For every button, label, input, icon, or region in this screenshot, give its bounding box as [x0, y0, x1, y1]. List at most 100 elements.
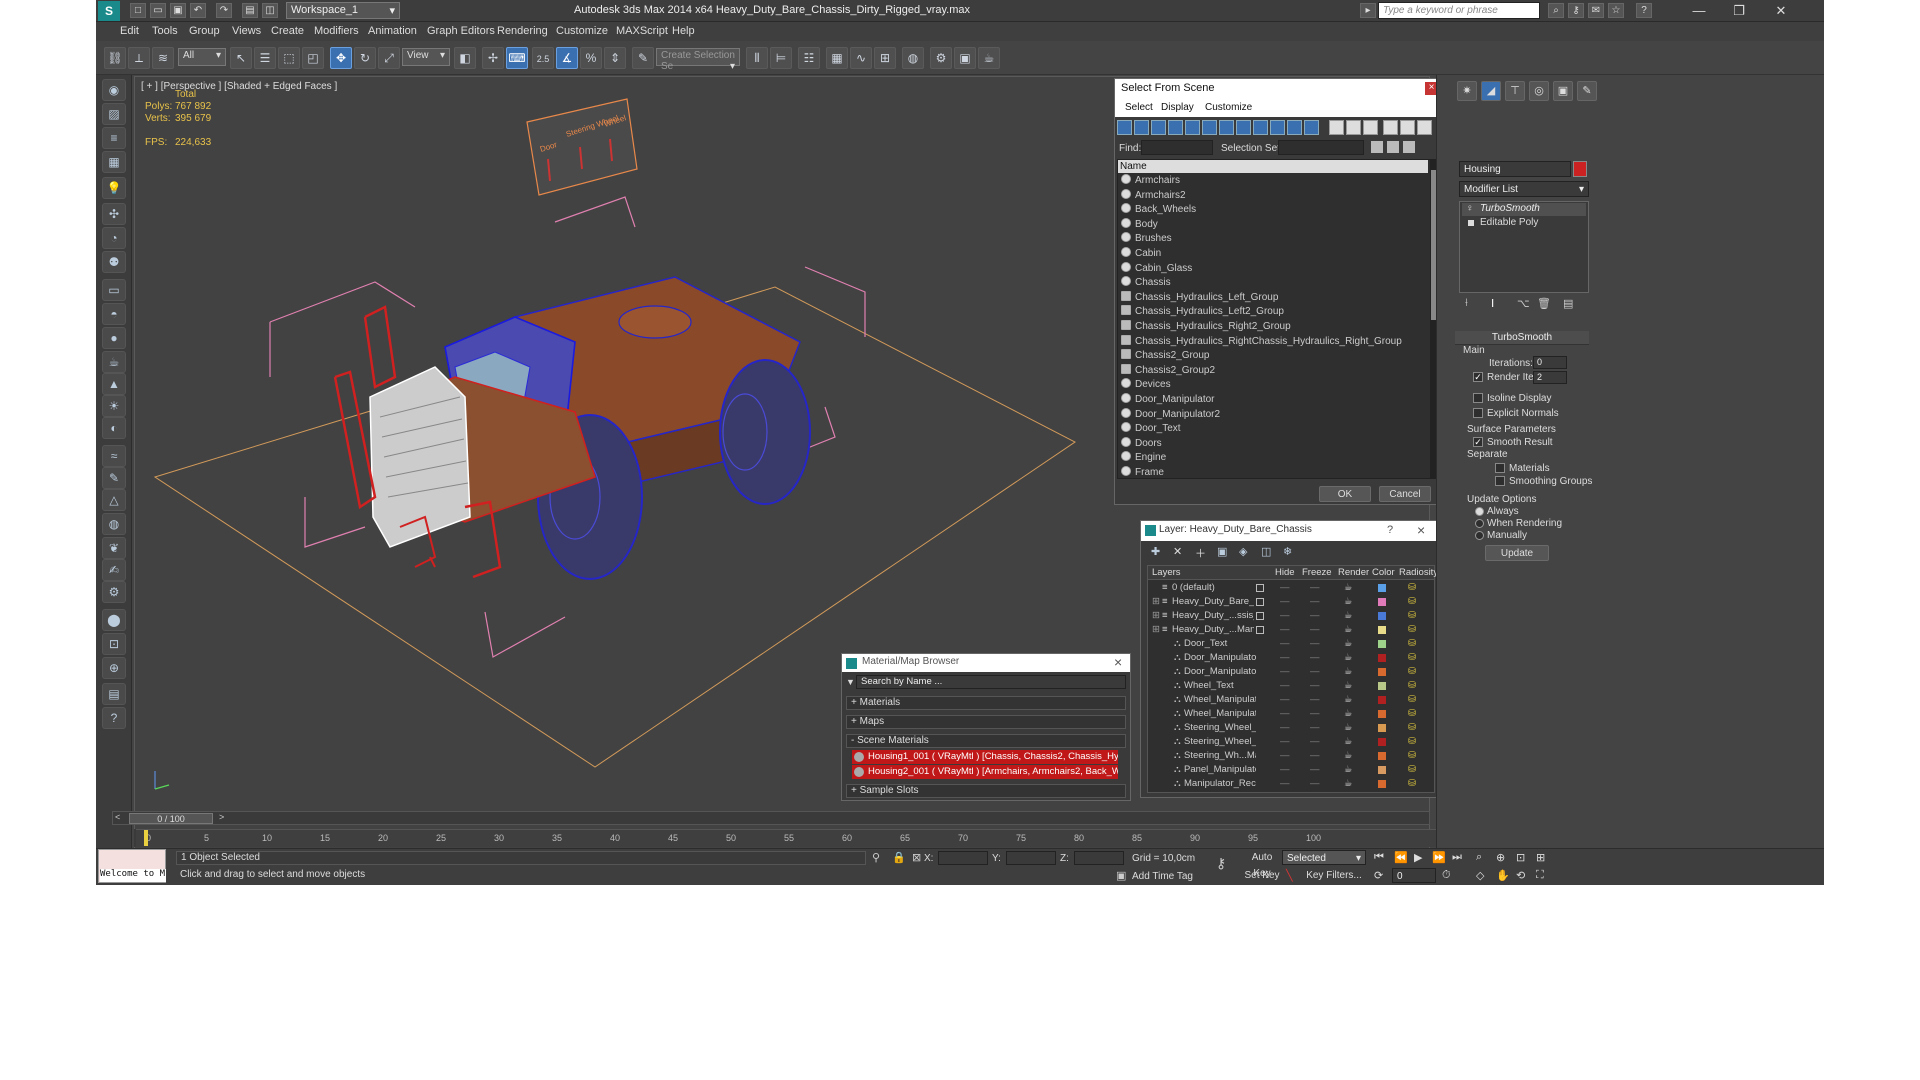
maxscript-text[interactable]: Welcome to M: [100, 869, 166, 882]
teapot-icon[interactable]: ☕: [102, 351, 126, 373]
layer-color-swatch[interactable]: [1378, 612, 1386, 620]
radiosity-icon[interactable]: ⛁: [1408, 679, 1416, 693]
layer-hide-toggle[interactable]: —: [1280, 763, 1290, 777]
list-icon[interactable]: ≡: [102, 127, 126, 149]
layer-freeze-toggle[interactable]: —: [1310, 623, 1320, 637]
filter-bones-icon[interactable]: [1253, 120, 1268, 135]
select-invert-icon[interactable]: [1363, 120, 1378, 135]
bind-space-warp-icon[interactable]: ≋: [152, 47, 174, 69]
menu-graph-editors[interactable]: Graph Editors: [427, 25, 495, 37]
layer-freeze-toggle[interactable]: —: [1310, 651, 1320, 665]
show-end-result-icon[interactable]: Ⅰ: [1491, 297, 1494, 310]
create-tab-icon[interactable]: ✷: [1457, 81, 1477, 101]
sfs-item[interactable]: Armchairs: [1120, 174, 1428, 189]
project-folder-icon[interactable]: ▤: [242, 3, 258, 18]
select-and-rotate-icon[interactable]: ↻: [354, 47, 376, 69]
iterations-spinner[interactable]: 0: [1533, 356, 1567, 369]
sfs-item[interactable]: Chassis_Hydraulics_Left2_Group: [1120, 305, 1428, 320]
time-slider[interactable]: < 0 / 100 >: [112, 811, 1430, 825]
layer-color-swatch[interactable]: [1378, 682, 1386, 690]
render-iters-checkbox[interactable]: ✓: [1473, 372, 1483, 382]
grid-icon[interactable]: ▦: [102, 151, 126, 173]
spacewarp-icon[interactable]: ◔: [102, 227, 126, 249]
rectangular-selection-icon[interactable]: ⬚: [278, 47, 300, 69]
layer-row[interactable]: ⛬Door_Manipulator2 — — ☕ ⛁: [1152, 665, 1434, 679]
filter-xrefs-icon[interactable]: [1236, 120, 1251, 135]
sfs-item[interactable]: Chassis_Hydraulics_Left_Group: [1120, 290, 1428, 306]
matbr-section-scene-materials[interactable]: - Scene Materials: [846, 734, 1126, 748]
keyboard-shortcut-override-icon[interactable]: ⌨: [506, 47, 528, 69]
hide-all-layers-icon[interactable]: ◫: [1261, 545, 1271, 558]
layer-expand-icon[interactable]: ⊞: [1152, 623, 1160, 637]
binoculars-icon[interactable]: ⌕: [1548, 3, 1564, 18]
light-bulb-icon[interactable]: 💡: [102, 177, 126, 199]
maximize-viewport-icon[interactable]: ⛶: [1536, 869, 1544, 882]
layer-expand-icon[interactable]: ⊞: [1152, 595, 1160, 609]
info-icon[interactable]: ?: [102, 707, 126, 729]
select-all-icon[interactable]: [1329, 120, 1344, 135]
matbr-close-icon[interactable]: ×: [1114, 654, 1122, 670]
layer-row[interactable]: ⛬Wheel_Manipulator — — ☕ ⛁: [1152, 707, 1434, 721]
helper-icon[interactable]: ✣: [102, 203, 126, 225]
when-rendering-radio[interactable]: [1475, 519, 1484, 528]
layer-color-swatch[interactable]: [1378, 640, 1386, 648]
sfs-menu-select[interactable]: Select: [1125, 102, 1153, 113]
paint-icon[interactable]: ✎: [102, 467, 126, 489]
create-layer-icon[interactable]: ✚: [1151, 545, 1160, 558]
col-hide[interactable]: Hide: [1275, 567, 1295, 578]
layer-row[interactable]: ⊞ ≡ Heavy_Duty_...Manip — — ☕ ⛁: [1152, 623, 1434, 637]
layer-hide-toggle[interactable]: —: [1280, 707, 1290, 721]
zoom-all-icon[interactable]: ⊕: [1496, 851, 1505, 864]
key-mode-icon[interactable]: ╲: [1286, 869, 1293, 882]
render-iters-spinner[interactable]: 2: [1533, 371, 1567, 384]
help-icon[interactable]: ?: [1636, 3, 1652, 18]
track-bar[interactable]: 0 5 10 15 20 25 30 35 40 45 50 55 60 65 70 75 80 85 90 95 10…: [136, 829, 1436, 847]
layer-hide-toggle[interactable]: —: [1280, 665, 1290, 679]
ref-coord-dropdown[interactable]: View ▾: [402, 48, 450, 66]
layer-color-swatch[interactable]: [1378, 752, 1386, 760]
unlink-icon[interactable]: ⟂: [128, 47, 150, 69]
col-radiosity[interactable]: Radiosity: [1399, 567, 1438, 578]
layer-current-checkbox[interactable]: [1256, 598, 1264, 606]
layer-row[interactable]: ⛬ Manipulator_Recta — — ☕ ⛁: [1152, 777, 1434, 791]
filter-frozen-icon[interactable]: [1287, 120, 1302, 135]
col-color[interactable]: Color: [1372, 567, 1395, 578]
sfs-set-icon-1[interactable]: [1371, 141, 1383, 153]
radiosity-icon[interactable]: ⛁: [1408, 623, 1416, 637]
render-setup-icon[interactable]: ⚙: [930, 47, 952, 69]
time-tag-icon[interactable]: ▣: [1116, 869, 1126, 882]
render-production-icon[interactable]: ☕: [978, 47, 1000, 69]
layer-color-swatch[interactable]: [1378, 668, 1386, 676]
field-of-view-icon[interactable]: ◇: [1476, 869, 1484, 882]
select-none-icon[interactable]: [1346, 120, 1361, 135]
sfs-item[interactable]: Door_Text: [1120, 422, 1428, 437]
render-teapot-icon[interactable]: ☕: [1344, 777, 1353, 791]
render-teapot-icon[interactable]: ☕: [1344, 637, 1353, 651]
favorites-star-icon[interactable]: ☆: [1608, 3, 1624, 18]
highlight-layer-icon[interactable]: ◈: [1239, 545, 1247, 558]
open-file-icon[interactable]: ▭: [150, 3, 166, 18]
time-prev-icon[interactable]: <: [115, 812, 120, 822]
radiosity-icon[interactable]: ⛁: [1408, 609, 1416, 623]
layer-freeze-toggle[interactable]: —: [1310, 581, 1320, 595]
named-selection-set-dropdown[interactable]: Create Selection Se ▾: [656, 48, 740, 72]
app-logo-icon[interactable]: S: [98, 1, 120, 21]
help-search-input[interactable]: Type a keyword or phrase: [1378, 2, 1540, 19]
globe-icon[interactable]: ◍: [102, 513, 126, 535]
add-time-tag[interactable]: Add Time Tag: [1132, 871, 1193, 882]
hemisphere-icon[interactable]: ◓: [102, 303, 126, 325]
earth-icon[interactable]: ⊕: [102, 657, 126, 679]
layer-row[interactable]: ⛬ Steering_Wh...Mar — — ☕ ⛁: [1152, 749, 1434, 763]
layer-freeze-toggle[interactable]: —: [1310, 595, 1320, 609]
blob-icon[interactable]: ⬤: [102, 609, 126, 631]
layer-color-swatch[interactable]: [1378, 738, 1386, 746]
angle-snap-icon[interactable]: ∡: [556, 47, 578, 69]
layer-color-swatch[interactable]: [1378, 766, 1386, 774]
radiosity-icon[interactable]: ⛁: [1408, 735, 1416, 749]
layer-row[interactable]: ⊞≡ Heavy_Duty_...ssis_H — — ☕ ⛁: [1152, 609, 1434, 623]
menu-animation[interactable]: Animation: [368, 25, 417, 37]
sfs-selection-set-dropdown[interactable]: [1278, 140, 1364, 155]
pyramid-icon[interactable]: △: [102, 489, 126, 511]
smoothing-groups-checkbox[interactable]: [1495, 476, 1505, 486]
render-teapot-icon[interactable]: ☕: [1344, 707, 1353, 721]
